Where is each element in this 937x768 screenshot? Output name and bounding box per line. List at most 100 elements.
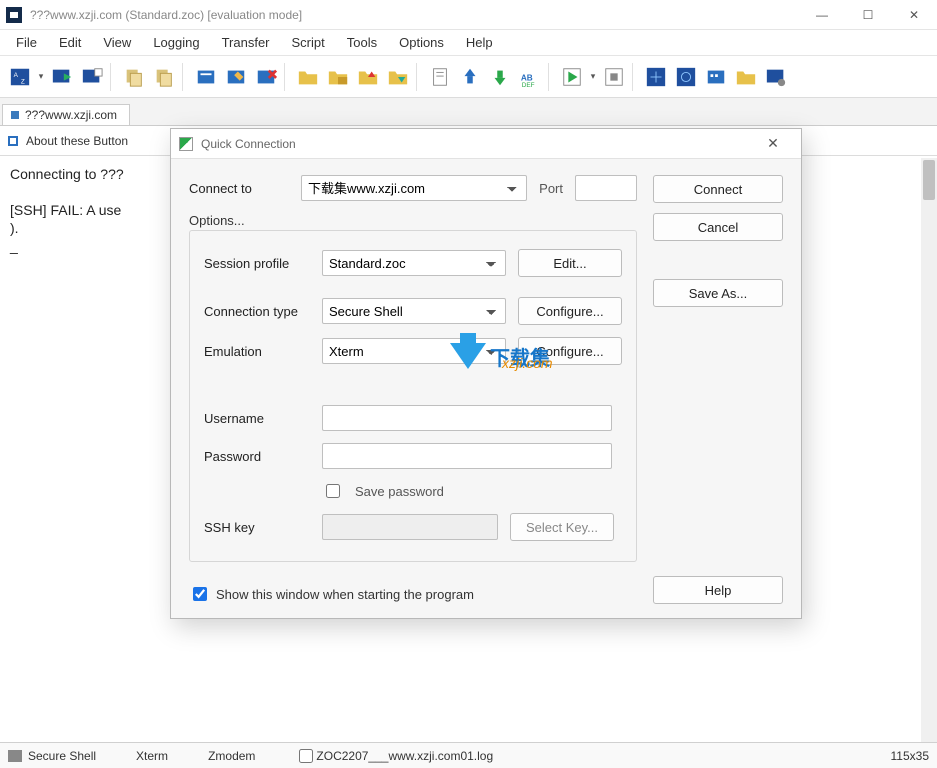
download-icon[interactable] — [486, 63, 514, 91]
menu-script[interactable]: Script — [282, 33, 335, 52]
toolbar: AZ ▾ ABDEF ▾ — [0, 56, 937, 98]
minimize-button[interactable]: ― — [799, 0, 845, 30]
terminal-line: Connecting to ??? — [10, 166, 124, 182]
macro-folder-icon[interactable] — [732, 63, 760, 91]
status-transfer: Zmodem — [208, 749, 255, 763]
status-size: 115x35 — [891, 749, 929, 763]
emulation-select[interactable]: Xterm — [322, 338, 506, 364]
emulation-label: Emulation — [204, 344, 322, 359]
status-logfile: ZOC2207___www.xzji.com01.log — [316, 749, 493, 763]
delete-profile-icon[interactable] — [252, 63, 280, 91]
dialog-title: Quick Connection — [201, 137, 296, 151]
svg-text:DEF: DEF — [522, 82, 535, 88]
tab-label: ???www.xzji.com — [25, 108, 117, 122]
copy-icon[interactable] — [120, 63, 148, 91]
dropdown-icon[interactable]: ▾ — [588, 71, 598, 82]
help-button[interactable]: Help — [653, 576, 783, 604]
status-emulation: Xterm — [136, 749, 168, 763]
quick-connection-dialog: Quick Connection ✕ Connect to 下载集www.xzj… — [170, 128, 802, 619]
status-log-checkbox[interactable] — [299, 749, 313, 763]
status-protocol-icon — [8, 750, 22, 762]
session-profile-label: Session profile — [204, 256, 322, 271]
username-label: Username — [204, 411, 322, 426]
menu-view[interactable]: View — [93, 33, 141, 52]
connect-button[interactable]: Connect — [653, 175, 783, 203]
select-key-button[interactable]: Select Key... — [510, 513, 614, 541]
terminal-line: ). — [10, 220, 19, 236]
paste-icon[interactable] — [150, 63, 178, 91]
maximize-button[interactable]: ☐ — [845, 0, 891, 30]
log-icon[interactable] — [426, 63, 454, 91]
menu-file[interactable]: File — [6, 33, 47, 52]
terminal-scrollbar[interactable] — [921, 158, 937, 742]
crosshair-icon[interactable] — [672, 63, 700, 91]
password-input[interactable] — [322, 443, 612, 469]
save-password-checkbox[interactable] — [326, 484, 340, 498]
port-label: Port — [539, 181, 563, 196]
about-buttons-label[interactable]: About these Button — [26, 134, 128, 148]
save-password-label: Save password — [355, 484, 444, 499]
menu-edit[interactable]: Edit — [49, 33, 91, 52]
upload-icon[interactable] — [456, 63, 484, 91]
menu-transfer[interactable]: Transfer — [212, 33, 280, 52]
show-startup-checkbox[interactable] — [193, 587, 207, 601]
new-folder-icon[interactable] — [294, 63, 322, 91]
status-protocol: Secure Shell — [28, 749, 96, 763]
spell-icon[interactable]: ABDEF — [516, 63, 544, 91]
port-input[interactable] — [575, 175, 637, 201]
quick-connect-icon[interactable] — [48, 63, 76, 91]
dropdown-icon[interactable]: ▾ — [36, 71, 46, 82]
tab-strip: ???www.xzji.com — [0, 98, 937, 126]
scrollbar-thumb[interactable] — [923, 160, 935, 200]
dialog-titlebar: Quick Connection ✕ — [171, 129, 801, 159]
edit-profile-button[interactable]: Edit... — [518, 249, 622, 277]
tab-status-icon — [11, 111, 19, 119]
menu-help[interactable]: Help — [456, 33, 503, 52]
button-icon — [8, 136, 18, 146]
menu-bar: File Edit View Logging Transfer Script T… — [0, 30, 937, 56]
connect-to-label: Connect to — [189, 181, 301, 196]
profile-icon[interactable] — [192, 63, 220, 91]
show-startup-label: Show this window when starting the progr… — [216, 587, 474, 602]
menu-tools[interactable]: Tools — [337, 33, 387, 52]
connect-to-combo[interactable]: 下载集www.xzji.com — [301, 175, 527, 201]
folder-down-icon[interactable] — [384, 63, 412, 91]
svg-text:A: A — [14, 72, 19, 79]
run-script-icon[interactable] — [558, 63, 586, 91]
dialog-icon — [179, 137, 193, 151]
host-directory-icon[interactable]: AZ — [6, 63, 34, 91]
configure-connection-button[interactable]: Configure... — [518, 297, 622, 325]
sshkey-input — [322, 514, 498, 540]
username-input[interactable] — [322, 405, 612, 431]
menu-logging[interactable]: Logging — [143, 33, 209, 52]
session-profile-select[interactable]: Standard.zoc — [322, 250, 506, 276]
options-label: Options... — [189, 213, 637, 228]
status-bar: Secure Shell Xterm Zmodem ZOC2207___www.… — [0, 742, 937, 768]
connection-type-label: Connection type — [204, 304, 322, 319]
app-icon — [6, 7, 22, 23]
password-label: Password — [204, 449, 322, 464]
terminal-line: _ — [10, 238, 18, 254]
edit-profile-icon[interactable] — [222, 63, 250, 91]
stop-script-icon[interactable] — [600, 63, 628, 91]
options-fieldset: Session profile Standard.zoc Edit... Con… — [189, 230, 637, 562]
sshkey-label: SSH key — [204, 520, 322, 535]
svg-text:Z: Z — [21, 78, 25, 85]
save-as-button[interactable]: Save As... — [653, 279, 783, 307]
reconnect-icon[interactable] — [78, 63, 106, 91]
folder-up-icon[interactable] — [354, 63, 382, 91]
keymap-icon[interactable] — [702, 63, 730, 91]
window-titlebar: ???www.xzji.com (Standard.zoc) [evaluati… — [0, 0, 937, 30]
menu-options[interactable]: Options — [389, 33, 454, 52]
session-tab[interactable]: ???www.xzji.com — [2, 104, 130, 125]
connection-type-select[interactable]: Secure Shell — [322, 298, 506, 324]
cancel-button[interactable]: Cancel — [653, 213, 783, 241]
open-folder-icon[interactable] — [324, 63, 352, 91]
find-icon[interactable] — [642, 63, 670, 91]
close-button[interactable]: ✕ — [891, 0, 937, 30]
dialog-close-button[interactable]: ✕ — [753, 135, 793, 152]
window-controls: ― ☐ ✕ — [799, 0, 937, 30]
configure-emulation-button[interactable]: Configure... — [518, 337, 622, 365]
device-icon[interactable] — [762, 63, 790, 91]
window-title: ???www.xzji.com (Standard.zoc) [evaluati… — [30, 8, 302, 22]
